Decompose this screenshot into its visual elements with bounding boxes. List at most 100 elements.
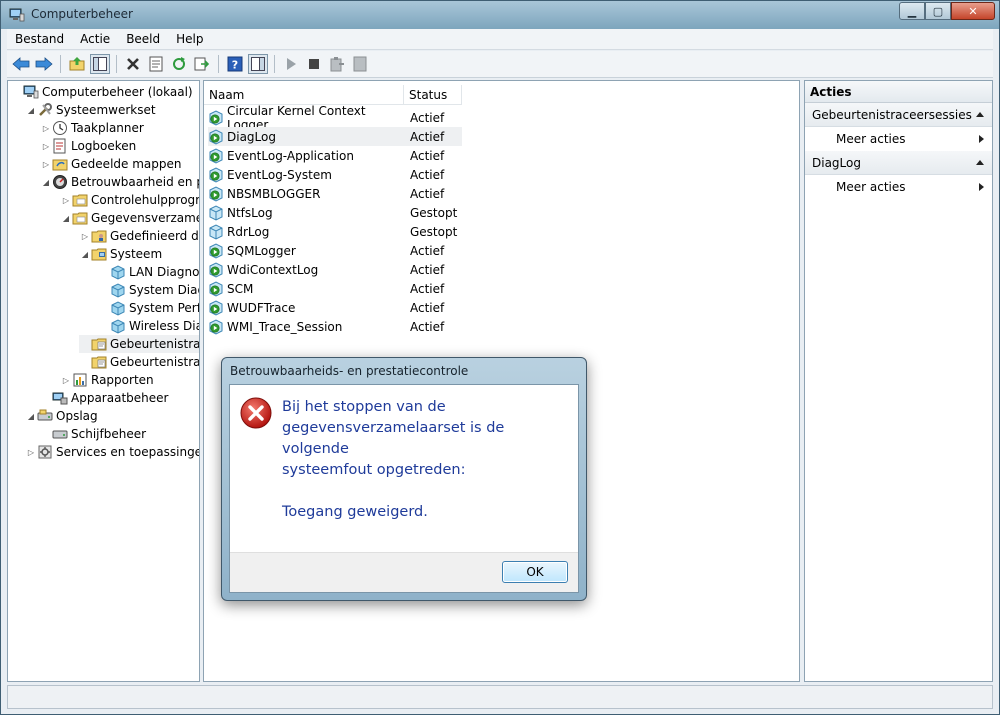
tree-item[interactable]: ◢ Betrouwbaarheid en pre <box>40 173 199 191</box>
start-button[interactable] <box>281 54 301 74</box>
help-button[interactable]: ? <box>225 54 245 74</box>
minimize-button[interactable]: ▁ <box>899 2 925 20</box>
tree-item-label: Opslag <box>56 409 98 423</box>
expanded-arrow-icon[interactable]: ◢ <box>25 106 37 115</box>
more-actions-item[interactable]: Meer acties <box>805 175 992 199</box>
clock-icon <box>52 120 68 136</box>
tree-item[interactable]: ◢ Gegevensverzamela <box>60 209 199 227</box>
forward-button[interactable] <box>34 54 54 74</box>
session-status: Actief <box>410 300 445 315</box>
collapsed-arrow-icon[interactable]: ▷ <box>25 448 37 457</box>
collapse-up-icon[interactable] <box>976 112 984 117</box>
collapsed-arrow-icon[interactable]: ▷ <box>40 142 52 151</box>
properties-button[interactable] <box>146 54 166 74</box>
actions-section-diaglog[interactable]: DiagLog <box>805 151 992 175</box>
tree-item[interactable]: ◢ Opslag <box>25 407 98 425</box>
log-icon <box>52 138 68 154</box>
expanded-arrow-icon[interactable]: ◢ <box>25 412 37 421</box>
collapsed-arrow-icon[interactable]: ▷ <box>40 160 52 169</box>
trace-running-icon <box>208 128 224 145</box>
expanded-arrow-icon[interactable]: ◢ <box>79 250 91 259</box>
collapse-up-icon[interactable] <box>976 160 984 165</box>
tree-item[interactable]: ▷ Rapporten <box>60 371 154 389</box>
export-list-button[interactable] <box>192 54 212 74</box>
trace-session-row[interactable]: WdiContextLog Actief <box>208 260 462 279</box>
action-pane-icon <box>251 57 265 71</box>
more-actions-item[interactable]: Meer acties <box>805 127 992 151</box>
collapsed-arrow-icon[interactable]: ▷ <box>40 124 52 133</box>
tree-item[interactable]: ◢ Systeemwerkset <box>25 101 156 119</box>
column-status[interactable]: Status <box>404 85 462 105</box>
collapsed-arrow-icon[interactable]: ▷ <box>60 196 72 205</box>
up-level-button[interactable] <box>67 54 87 74</box>
tree-item[interactable]: ▷ Gedefinieerd doo <box>79 227 199 245</box>
save-template-button[interactable] <box>350 54 370 74</box>
refresh-button[interactable] <box>169 54 189 74</box>
trace-folder-icon <box>91 336 107 352</box>
trace-running-icon <box>208 109 224 126</box>
trace-session-row[interactable]: DiagLog Actief <box>208 127 462 146</box>
back-button[interactable] <box>11 54 31 74</box>
report-icon <box>72 372 88 388</box>
more-actions-label: Meer acties <box>836 180 906 194</box>
trace-session-row[interactable]: EventLog-Application Actief <box>208 146 462 165</box>
menu-bestand[interactable]: Bestand <box>7 32 72 46</box>
title-bar[interactable]: Computerbeheer ▁ ▢ ✕ <box>1 1 999 29</box>
tree-item[interactable]: Computerbeheer (lokaal) <box>11 83 193 101</box>
tree-item[interactable]: Wireless Diag <box>98 317 199 335</box>
message-line: gegevensverzamelaarset is de volgende <box>282 420 505 457</box>
actions-section-title: Gebeurtenistraceersessies <box>812 107 972 122</box>
tree-item[interactable]: Gebeurtenistrace <box>79 335 199 353</box>
tree-item[interactable]: ▷ Controlehulpprogra <box>60 191 199 209</box>
trace-session-row[interactable]: WMI_Trace_Session Actief <box>208 317 462 336</box>
cell-name: NtfsLog <box>208 204 408 221</box>
menu-beeld[interactable]: Beeld <box>118 32 168 46</box>
more-actions-label: Meer acties <box>836 132 906 146</box>
arrow-left-icon <box>12 57 30 71</box>
trace-session-row[interactable]: SCM Actief <box>208 279 462 298</box>
column-naam[interactable]: Naam <box>204 85 404 105</box>
tree-item[interactable]: Schijfbeheer <box>40 425 146 443</box>
tree-item[interactable]: ▷ Gedeelde mappen <box>40 155 182 173</box>
show-hide-tree-button[interactable] <box>90 54 110 74</box>
session-name: DiagLog <box>227 129 276 144</box>
menu-actie[interactable]: Actie <box>72 32 118 46</box>
status-bar <box>7 685 993 709</box>
trace-session-row[interactable]: WUDFTrace Actief <box>208 298 462 317</box>
ok-button[interactable]: OK <box>502 561 568 583</box>
tree-item[interactable]: System Perfo <box>98 299 199 317</box>
actions-section-title: DiagLog <box>812 155 861 170</box>
tree-item[interactable]: ▷ Taakplanner <box>40 119 144 137</box>
stop-button[interactable] <box>304 54 324 74</box>
trace-session-row[interactable]: SQMLogger Actief <box>208 241 462 260</box>
folder-icon <box>72 210 88 226</box>
expanded-arrow-icon[interactable]: ◢ <box>60 214 72 223</box>
delete-button[interactable] <box>123 54 143 74</box>
tree-item[interactable]: ▷ Logboeken <box>40 137 136 155</box>
menu-help[interactable]: Help <box>168 32 211 46</box>
session-name: NtfsLog <box>227 205 273 220</box>
trace-session-row[interactable]: NtfsLog Gestopt <box>208 203 462 222</box>
tree-item[interactable]: System Diagr <box>98 281 199 299</box>
trace-stopped-icon <box>208 204 224 221</box>
trace-session-row[interactable]: RdrLog Gestopt <box>208 222 462 241</box>
stop-icon <box>309 59 319 69</box>
collapsed-arrow-icon[interactable]: ▷ <box>79 232 91 241</box>
tree-item[interactable]: Gebeurtenistrace <box>79 353 199 371</box>
trace-session-row[interactable]: NBSMBLOGGER Actief <box>208 184 462 203</box>
tree-item[interactable]: LAN Diagnos <box>98 263 199 281</box>
tree-item[interactable]: ▷ Services en toepassingen <box>25 443 199 461</box>
maximize-button[interactable]: ▢ <box>925 2 951 20</box>
show-hide-action-pane-button[interactable] <box>248 54 268 74</box>
tree-item[interactable]: Apparaatbeheer <box>40 389 168 407</box>
session-status: Gestopt <box>410 205 458 220</box>
trace-session-row[interactable]: EventLog-System Actief <box>208 165 462 184</box>
trace-session-row[interactable]: Circular Kernel Context Logger Actief <box>208 104 462 132</box>
close-button[interactable]: ✕ <box>951 2 995 20</box>
task-button[interactable] <box>327 54 347 74</box>
actions-section-gebeurtenistrace[interactable]: Gebeurtenistraceersessies <box>805 103 992 127</box>
console-tree[interactable]: Computerbeheer (lokaal) ◢ Systeemwerkset ▷ T… <box>7 80 200 682</box>
collapsed-arrow-icon[interactable]: ▷ <box>60 376 72 385</box>
tree-item[interactable]: ◢ Systeem <box>79 245 162 263</box>
expanded-arrow-icon[interactable]: ◢ <box>40 178 52 187</box>
